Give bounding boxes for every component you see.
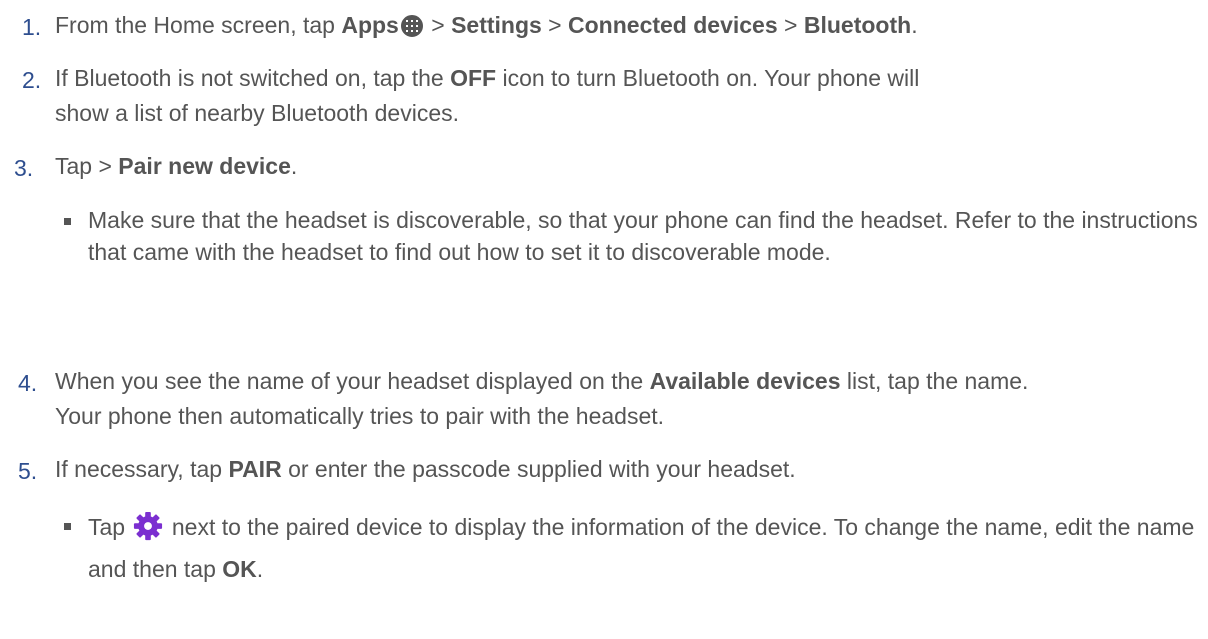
- step-number: 4.: [18, 370, 38, 396]
- bullet-marker: [64, 523, 71, 530]
- bold-term: Pair new device: [118, 153, 291, 179]
- bold-term: Settings: [451, 12, 542, 38]
- bold-term: Connected devices: [568, 12, 778, 38]
- bold-term: Bluetooth: [803, 12, 912, 38]
- step-text: When you see the name of your headset di…: [55, 368, 1029, 429]
- bold-term: Available devices: [649, 368, 841, 394]
- bold-term: Apps: [341, 12, 399, 38]
- step-text: From the Home screen, tap Apps > Setting…: [55, 12, 918, 38]
- bullet-marker: [64, 218, 71, 225]
- step-number: 1.: [22, 14, 42, 40]
- step-text: Tap > Pair new device.: [55, 153, 298, 179]
- step-number: 2.: [22, 67, 42, 93]
- bold-term: OK: [222, 556, 257, 582]
- step-text: If Bluetooth is not switched on, tap the…: [55, 65, 920, 126]
- step-text: If necessary, tap PAIR or enter the pass…: [55, 456, 796, 482]
- step-number: 5.: [18, 458, 38, 484]
- step-number: 3.: [14, 155, 34, 181]
- bold-term: PAIR: [228, 456, 282, 482]
- gear-icon: [133, 511, 163, 551]
- sub-text: Make sure that the headset is discoverab…: [88, 207, 1198, 265]
- apps-icon: [400, 15, 423, 37]
- sub-text: Tap next to the paired device to display…: [88, 509, 1198, 587]
- bold-term: OFF: [450, 65, 497, 91]
